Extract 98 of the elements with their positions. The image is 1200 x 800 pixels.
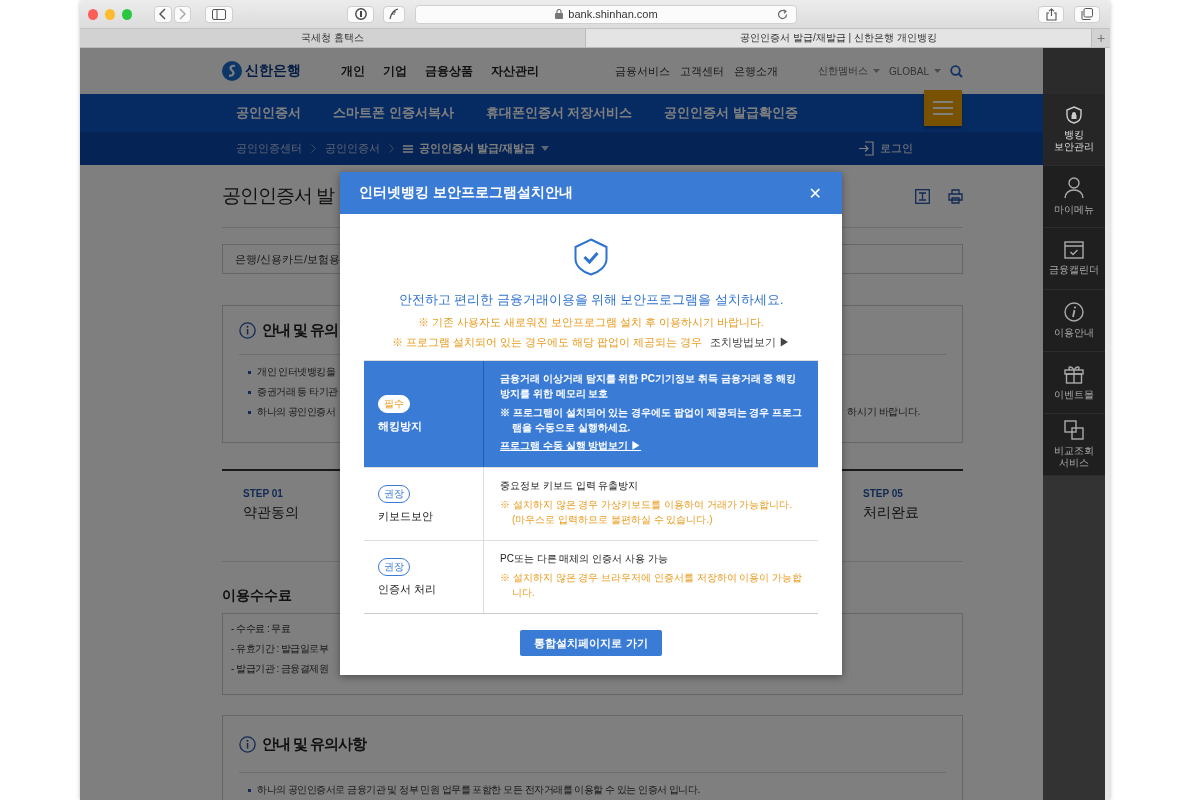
- program-name: 해킹방지: [378, 418, 423, 434]
- password-extension-button[interactable]: [346, 5, 375, 23]
- program-description: PC또는 다른 매체의 인증서 사용 가능: [500, 552, 669, 566]
- person-icon: [1064, 177, 1084, 199]
- info-icon: [1064, 302, 1084, 322]
- quick-menu-item[interactable]: 뱅킹 보안관리: [1043, 94, 1105, 166]
- list-icon: [403, 144, 413, 153]
- program-note: ※ 설치하지 않은 경우 가상키보드를 이용하여 거래가 가능합니다.(마우스로 입력하므로 불편하실 수 있습니다.): [500, 498, 794, 527]
- calendar-icon: [1064, 241, 1084, 259]
- page-title: 공인인증서 발: [222, 184, 335, 208]
- search-icon[interactable]: [950, 64, 963, 78]
- share-icon[interactable]: [1045, 7, 1057, 21]
- lock-icon: [555, 9, 564, 19]
- program-name: 인증서 처리: [378, 581, 438, 597]
- fee-item: - 발급기관 : 금융결제원: [231, 662, 329, 676]
- main-nav-link[interactable]: 자산관리: [491, 62, 539, 80]
- back-icon[interactable]: [158, 8, 167, 20]
- dialog-note: ※ 프로그램 설치되어 있는 경우에도 해당 팝업이 제공되는 경우: [392, 336, 702, 350]
- caret-icon: [541, 146, 550, 151]
- info-icon: [239, 321, 256, 339]
- program-note: ※ 프로그램이 설치되어 있는 경우에도 팝업이 제공되는 경우 프로그램을 수동으로 실행하세요.: [500, 406, 804, 435]
- sidebar-icon[interactable]: [212, 8, 226, 20]
- install-page-button[interactable]: 통합설치페이지로 가기: [520, 630, 662, 656]
- overlapping-squares-icon: [1064, 420, 1084, 440]
- shield-icon: [1066, 106, 1082, 124]
- program-note: ※ 설치하지 않은 경우 브라우저에 인증서를 저장하여 이용이 가능합니다.: [500, 571, 804, 600]
- main-nav-link[interactable]: 기업: [383, 62, 407, 80]
- fee-item: - 수수료 : 무료: [231, 622, 291, 636]
- dialog-note: ※ 기존 사용자도 새로워진 보안프로그램 설치 후 이용하시기 바랍니다.: [418, 316, 764, 330]
- reload-icon[interactable]: [777, 8, 789, 20]
- utility-nav-link[interactable]: 은행소개: [733, 63, 778, 79]
- dialog-title: 인터넷뱅킹 보안프로그램설치안내: [359, 184, 573, 202]
- notice-item-end: 하시기 바랍니다.: [847, 405, 920, 419]
- section-nav-link[interactable]: 공인인증서: [236, 104, 301, 122]
- quick-menu-item[interactable]: 이용안내: [1043, 290, 1105, 352]
- priority-badge: 권장: [378, 557, 410, 576]
- step-label: 처리완료: [863, 504, 919, 522]
- notice-item: 개인 인터넷뱅킹을: [247, 365, 336, 379]
- gift-icon: [1064, 364, 1084, 384]
- chevron-icon: [389, 144, 394, 153]
- notice-heading: 안내 및 유의: [262, 320, 339, 340]
- step-number: STEP 01: [243, 488, 284, 499]
- priority-badge: 권장: [378, 484, 410, 503]
- help-link[interactable]: 조치방법보기 ▶: [709, 336, 790, 350]
- program-name: 키보드보안: [378, 508, 434, 524]
- url-text: bank.shinhan.com: [568, 8, 658, 20]
- browser-tab[interactable]: 공인인증서 발급/재발급 | 신한은행 개인뱅킹: [586, 29, 1092, 47]
- login-icon: [858, 141, 874, 156]
- bank-logo[interactable]: 신한은행: [222, 61, 301, 81]
- new-tab-button[interactable]: +: [1092, 29, 1110, 47]
- tabs-button[interactable]: [1074, 5, 1100, 23]
- program-help-link[interactable]: 프로그램 수동 실행 방법보기 ▶: [500, 439, 642, 453]
- dropdown-link[interactable]: 신한멤버스: [817, 64, 880, 78]
- login-link[interactable]: 로그인: [858, 141, 913, 156]
- dialog-message: 안전하고 편리한 금융거래이용을 위해 보안프로그램을 설치하세요.: [398, 292, 784, 309]
- program-description: 중요정보 키보드 입력 유출방지: [500, 479, 640, 493]
- caret-icon: [934, 69, 941, 73]
- quick-menu-item[interactable]: 비교조회 서비스: [1043, 414, 1105, 476]
- breadcrumb-link[interactable]: 공인인증센터: [236, 141, 302, 156]
- main-nav-link[interactable]: 개인: [341, 62, 365, 80]
- section-nav-link[interactable]: 스마트폰 인증서복사: [333, 104, 454, 122]
- utility-nav-link[interactable]: 고객센터: [679, 63, 724, 79]
- tabs-icon[interactable]: [1081, 8, 1094, 20]
- notice-item: 증권거래 등 타기관: [247, 385, 338, 399]
- close-button[interactable]: ✕: [806, 183, 824, 203]
- main-nav-link[interactable]: 금융상품: [425, 62, 473, 80]
- sidebar-button[interactable]: [205, 5, 233, 23]
- breadcrumb-link[interactable]: 공인인증서: [325, 141, 380, 156]
- keyhole-icon[interactable]: [354, 8, 367, 20]
- quick-menu-item[interactable]: 마이메뉴: [1043, 166, 1105, 228]
- notice-item: 하나의 공인인증서로 금융기관 및 정부 민원 업무를 포함한 모든 전자거래를 이용할 수 있는 인증서 입니다.: [247, 783, 700, 797]
- print-icon[interactable]: [948, 188, 963, 204]
- share-button[interactable]: [1038, 5, 1065, 23]
- fee-item: - 유효기간 : 발급일로부: [231, 642, 329, 656]
- download-icon[interactable]: [915, 188, 930, 204]
- info-icon: [239, 735, 256, 753]
- section-nav-link[interactable]: 공인인증서 발급확인증: [664, 104, 798, 122]
- program-description: 금융거래 이상거래 탐지를 위한 PC기기정보 취득 금융거래 중 해킹방지를 위한 메모리 보호: [500, 372, 798, 401]
- section-nav-link[interactable]: 휴대폰인증서 저장서비스: [485, 104, 633, 122]
- priority-badge: 필수: [378, 394, 410, 413]
- breadcrumb-menu[interactable]: 공인인증서 발급/재발급: [403, 141, 550, 156]
- caret-icon: [872, 69, 880, 73]
- feather-extension-button[interactable]: [383, 5, 406, 23]
- sidebar-header: [1043, 48, 1105, 94]
- notice-heading: 안내 및 유의사항: [262, 734, 367, 754]
- quick-menu-item[interactable]: 이벤트몰: [1043, 352, 1105, 414]
- quick-menu-item[interactable]: 금융캘린더: [1043, 228, 1105, 290]
- utility-nav-link[interactable]: 금융서비스: [614, 63, 670, 79]
- step-label: 약관동의: [243, 504, 299, 522]
- feather-icon[interactable]: [388, 8, 401, 20]
- chevron-icon: [311, 144, 316, 153]
- section-heading: 이용수수료: [222, 587, 292, 605]
- dropdown-link[interactable]: GLOBAL: [888, 65, 941, 77]
- notice-item: 하나의 공인인증서: [247, 405, 336, 419]
- back-button[interactable]: [154, 5, 172, 23]
- address-bar[interactable]: bank.shinhan.com: [415, 4, 798, 24]
- shield-check-icon: [574, 238, 608, 276]
- step-number: STEP 05: [863, 488, 904, 499]
